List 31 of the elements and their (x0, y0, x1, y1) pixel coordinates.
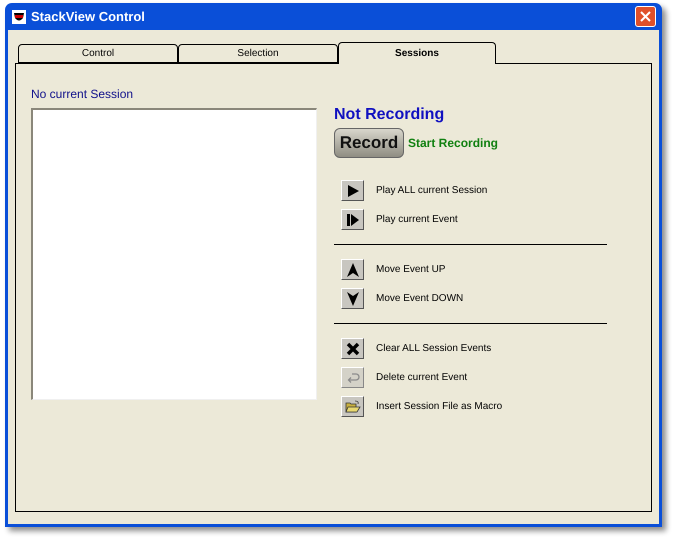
close-icon (640, 11, 651, 22)
action-label: Move Event DOWN (376, 292, 464, 306)
session-label: No current Session (31, 86, 134, 102)
action-label: Clear ALL Session Events (376, 342, 492, 356)
action-label: Insert Session File as Macro (376, 400, 502, 414)
window-title: StackView Control (31, 8, 145, 26)
action-label: Play ALL current Session (376, 184, 488, 198)
play-icon (346, 184, 360, 198)
action-button[interactable] (341, 180, 364, 201)
folder-icon (344, 400, 360, 414)
cross-icon (346, 342, 360, 356)
tab[interactable]: Selection (178, 44, 338, 63)
down-arrow-icon (346, 290, 360, 306)
record-hint: Start Recording (408, 135, 498, 152)
action-button[interactable] (341, 209, 364, 230)
action-button[interactable] (341, 338, 364, 359)
action-label: Delete current Event (376, 371, 468, 385)
tab[interactable]: Sessions (338, 42, 496, 64)
record-button[interactable]: Record (334, 128, 404, 158)
tab[interactable]: Control (18, 44, 178, 63)
action-button[interactable] (341, 259, 364, 280)
app-icon (11, 8, 27, 24)
close-button[interactable] (635, 6, 656, 27)
up-arrow-icon (346, 262, 360, 278)
action-label: Play current Event (376, 213, 458, 227)
action-button[interactable] (341, 288, 364, 309)
action-label: Move Event UP (376, 263, 446, 277)
step-play-icon (346, 212, 360, 226)
return-arrow-icon (346, 370, 360, 384)
action-button[interactable] (341, 396, 364, 417)
recording-status: Not Recording (334, 106, 446, 124)
